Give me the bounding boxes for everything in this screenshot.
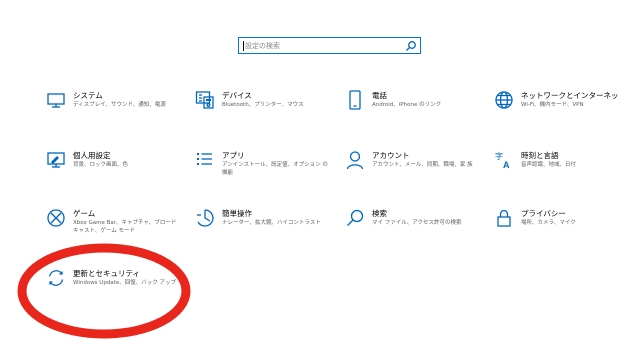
tile-description: Bluetooth、プリンター、マウス [222, 102, 304, 108]
phone-icon [349, 90, 361, 110]
tile-description: ナレーター、拡大鏡、ハイコントラスト [222, 220, 321, 226]
tile-description: Windows Update、回復、バック アップ [73, 280, 176, 286]
tile-devices[interactable]: デバイス Bluetooth、プリンター、マウス [195, 90, 335, 130]
tile-title: アカウント [372, 151, 410, 160]
tile-personalization[interactable]: 個人用設定 背景、ロック画面、色 [46, 150, 186, 190]
time-language-icon: 字 A [495, 151, 510, 170]
tile-title: デバイス [222, 91, 252, 100]
tile-title: ゲーム [73, 209, 96, 218]
lock-icon [497, 209, 511, 227]
display-icon [47, 93, 65, 108]
tile-title: 電話 [372, 91, 387, 100]
tile-phone[interactable]: 電話 Android、iPhone のリンク [345, 90, 485, 130]
tile-time-language[interactable]: 字 A 時刻と言語 音声認識、地域、日付 [494, 150, 620, 190]
tile-search[interactable]: 検索 マイ ファイル、アクセス許可の検索 [345, 208, 485, 248]
tile-gaming[interactable]: ゲーム Xbox Game Bar、キャプチャ、ブロード キャスト、ゲーム モー… [46, 208, 186, 248]
tile-description: 音声認識、地域、日付 [521, 162, 577, 168]
tile-title: 簡単操作 [222, 209, 252, 218]
search-icon[interactable] [405, 40, 417, 52]
search-input[interactable] [241, 39, 405, 52]
tile-accounts[interactable]: アカウント アカウント、メール、同期、職場、家 族 [345, 150, 485, 190]
svg-text:A: A [503, 160, 510, 170]
ease-of-access-icon [197, 209, 214, 227]
search-magnifier-icon [347, 209, 364, 226]
tile-title: システム [73, 91, 103, 100]
tile-title: 更新とセキュリティ [73, 269, 141, 278]
tile-title: 時刻と言語 [521, 151, 559, 160]
tile-title: アプリ [222, 151, 245, 160]
tile-system[interactable]: システム ディスプレイ、サウンド、通知、電源 [46, 90, 186, 130]
tile-description: Wi-Fi、機内モード、VPN [521, 102, 584, 108]
tile-privacy[interactable]: プライバシー 場所、カメラ、マイク [494, 208, 620, 248]
svg-text:字: 字 [495, 151, 503, 161]
person-icon [346, 151, 364, 170]
settings-search-box[interactable] [238, 37, 421, 54]
tile-description: Xbox Game Bar、キャプチャ、ブロード キャスト、ゲーム モード [73, 220, 177, 234]
tile-description: 背景、ロック画面、色 [73, 162, 129, 168]
tile-title: 個人用設定 [73, 151, 111, 160]
tile-description: アカウント、メール、同期、職場、家 族 [372, 162, 473, 168]
xbox-icon [47, 209, 65, 227]
tile-title: ネットワークとインターネット [521, 91, 620, 100]
tile-description: Android、iPhone のリンク [372, 102, 442, 108]
globe-icon [495, 91, 513, 109]
update-sync-icon [48, 270, 64, 286]
tile-apps[interactable]: アプリ アンインストール、既定値、オプション の機能 [195, 150, 335, 190]
tile-description: マイ ファイル、アクセス許可の検索 [372, 220, 462, 226]
keyboard-icon [195, 91, 214, 109]
apps-list-icon [197, 153, 212, 165]
personalization-icon [47, 152, 65, 168]
tile-update-security[interactable]: 更新とセキュリティ Windows Update、回復、バック アップ [46, 268, 186, 308]
tile-title: 検索 [372, 209, 387, 218]
tile-title: プライバシー [521, 209, 566, 218]
tile-description: アンインストール、既定値、オプション の機能 [222, 162, 328, 176]
tile-description: 場所、カメラ、マイク [521, 220, 576, 226]
tile-ease-of-access[interactable]: 簡単操作 ナレーター、拡大鏡、ハイコントラスト [195, 208, 335, 248]
tile-description: ディスプレイ、サウンド、通知、電源 [73, 102, 166, 108]
tile-network[interactable]: ネットワークとインターネット Wi-Fi、機内モード、VPN [494, 90, 620, 130]
